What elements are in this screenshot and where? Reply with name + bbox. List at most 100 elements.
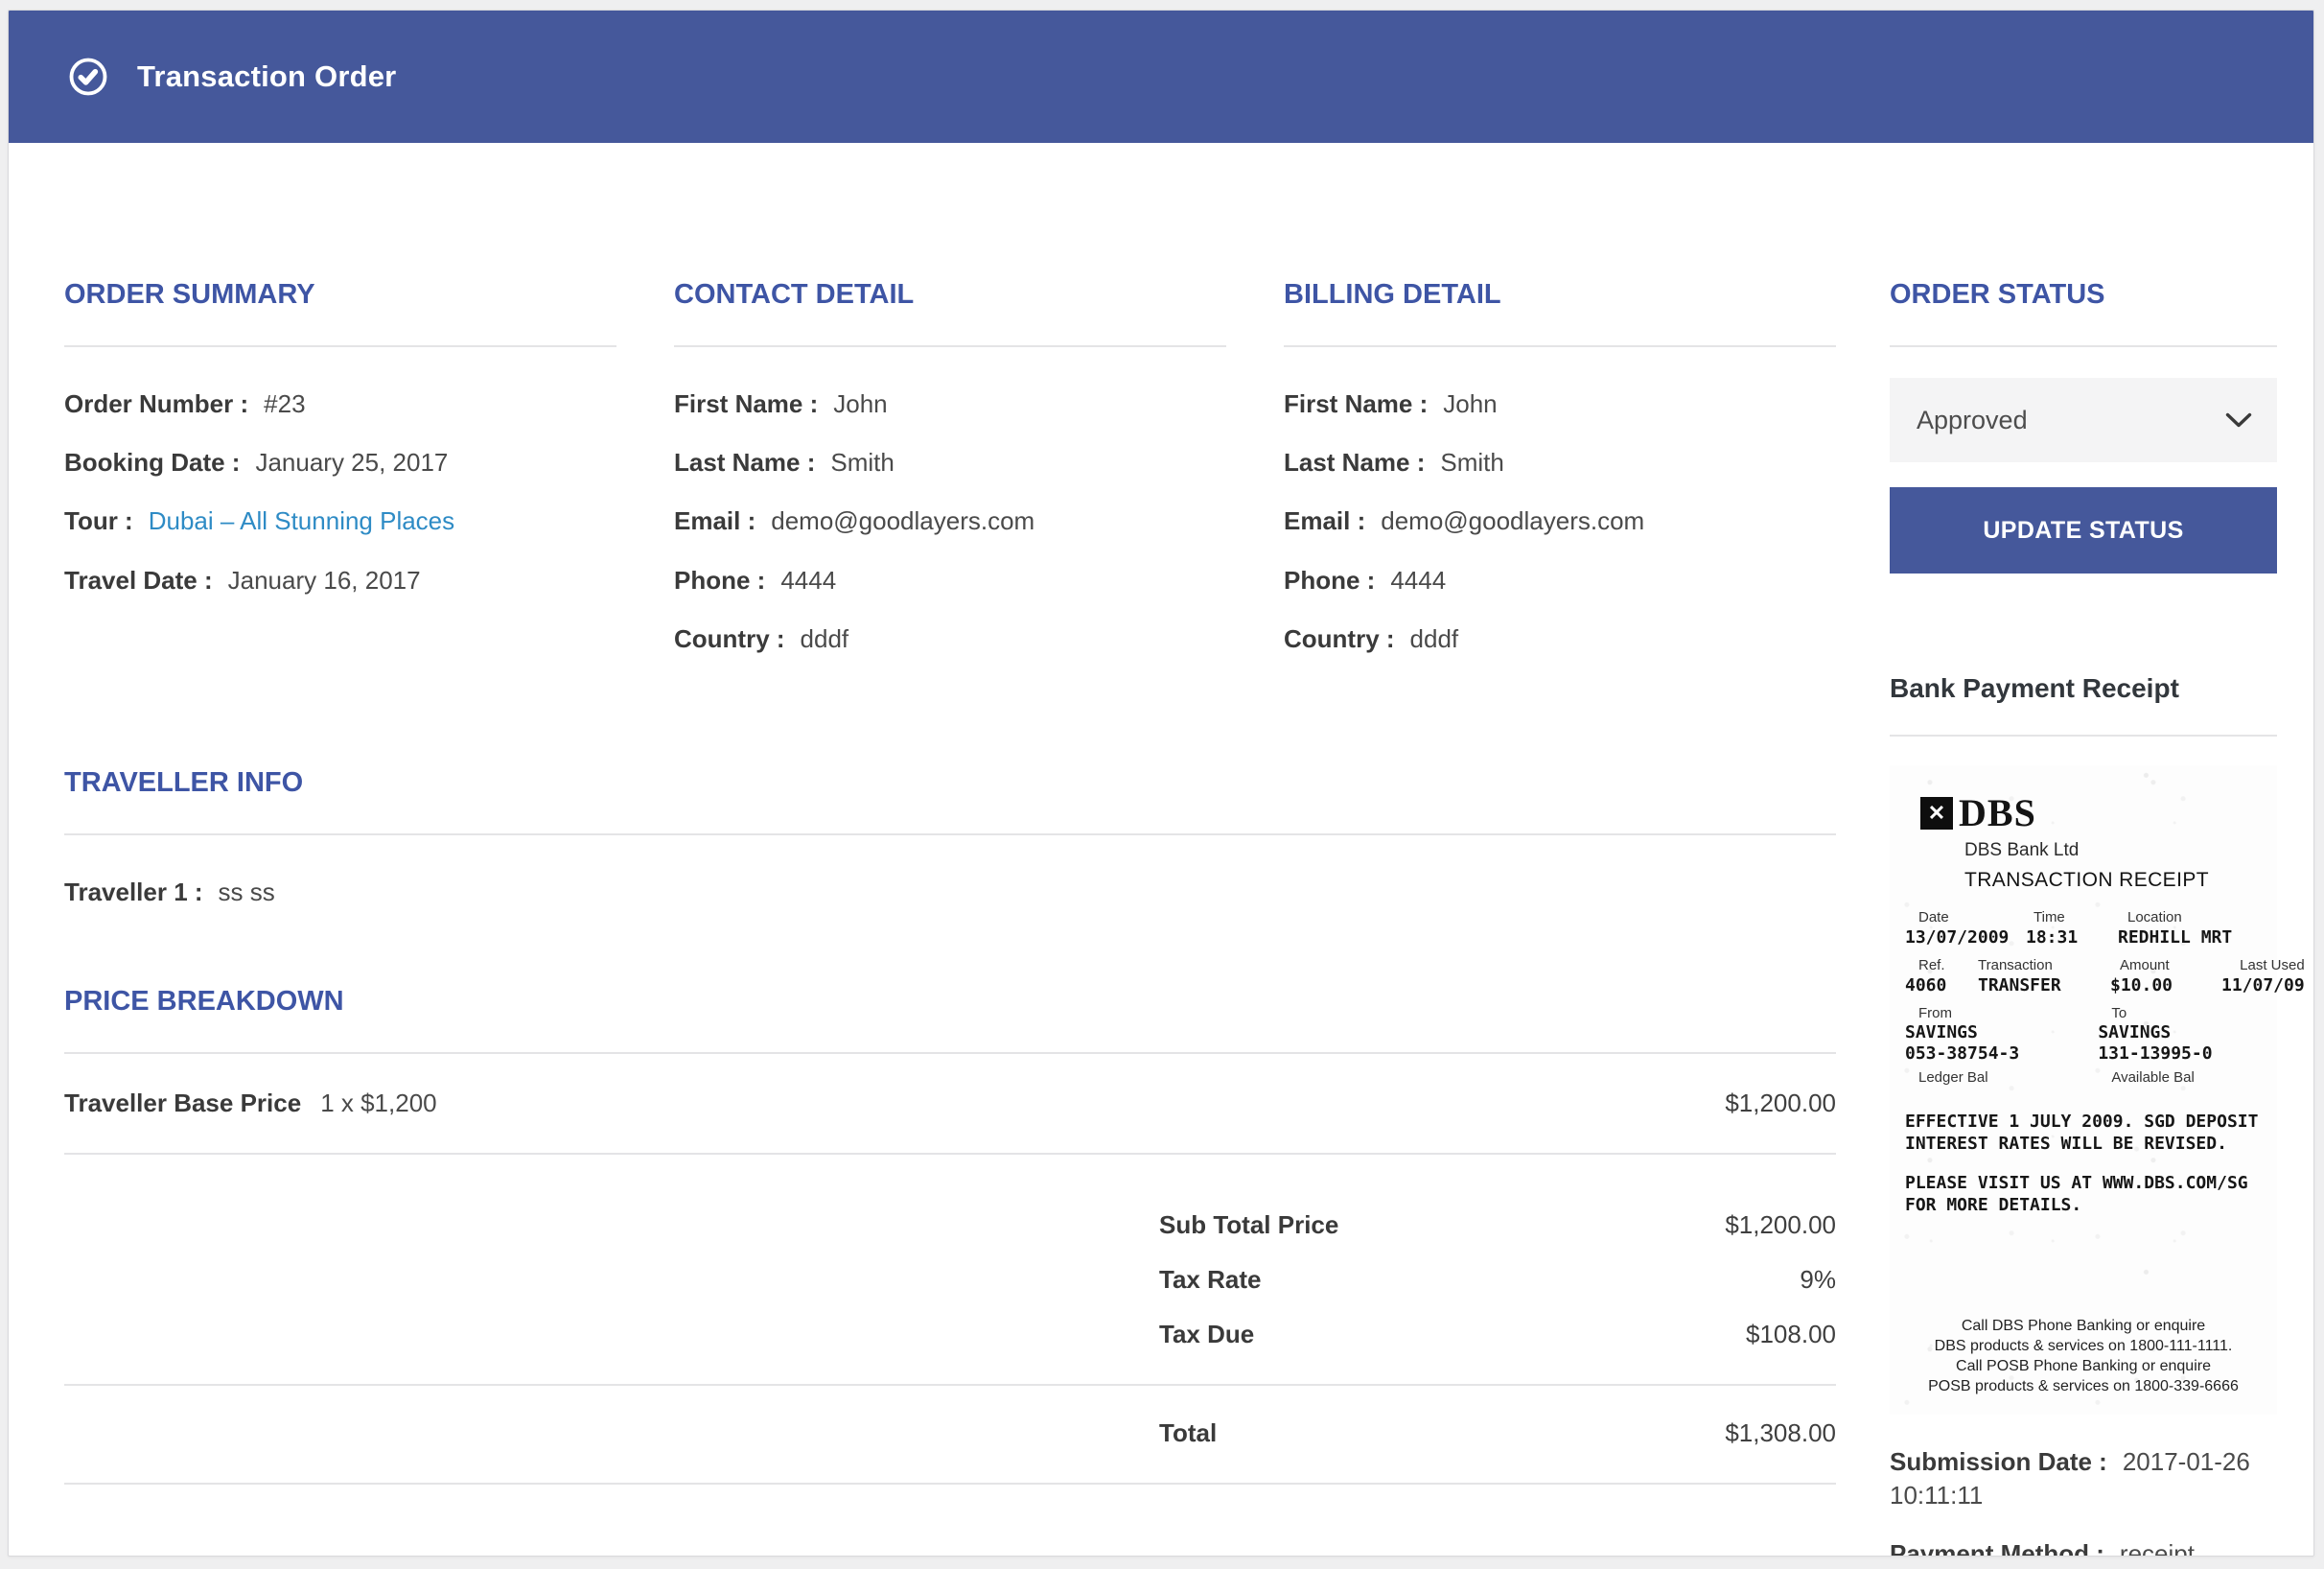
order-number-label: Order Number :: [64, 389, 248, 418]
receipt-notice-1-line-2: INTEREST RATES WILL BE REVISED.: [1905, 1133, 2262, 1155]
dbs-logo-mark: ✕: [1920, 797, 1953, 830]
contact-country-row: Country : dddf: [674, 624, 1226, 654]
divider: [1890, 345, 2277, 347]
tax-rate-row: Tax Rate 9%: [64, 1265, 1836, 1295]
billing-detail-section: BILLING DETAIL First Name :John Last Nam…: [1284, 279, 1836, 683]
receipt-footer-line-1: Call DBS Phone Banking or enquire: [1905, 1316, 2262, 1336]
contact-detail-heading: CONTACT DETAIL: [674, 279, 1226, 311]
receipt-footer: Call DBS Phone Banking or enquire DBS pr…: [1905, 1316, 2262, 1396]
tour-link[interactable]: Dubai – All Stunning Places: [149, 506, 454, 535]
travel-date-row: Travel Date : January 16, 2017: [64, 566, 616, 596]
billing-country-value: dddf: [1410, 624, 1459, 653]
contact-phone-label: Phone :: [674, 566, 765, 595]
transaction-order-panel: Transaction Order ORDER SUMMARY Order Nu…: [8, 10, 2314, 1557]
contact-detail-section: CONTACT DETAIL First Name : John Last Nam…: [674, 279, 1226, 683]
receipt-title: TRANSACTION RECEIPT: [1964, 869, 2262, 892]
contact-first-name-value: John: [833, 389, 887, 418]
receipt-ledger-label: Ledger Bal: [1905, 1069, 2098, 1086]
billing-phone-value: 4444: [1390, 566, 1446, 595]
dbs-logo: ✕ DBS: [1920, 794, 2262, 832]
billing-email-value: demo@goodlayers.com: [1381, 506, 1644, 535]
receipt-amount-value: $10.00: [2110, 975, 2221, 995]
tour-label: Tour :: [64, 506, 133, 535]
chevron-down-icon: [2225, 412, 2252, 429]
base-price-amount: $1,200.00: [1725, 1089, 1836, 1118]
payment-method-row: Payment Method :receipt: [1890, 1537, 2277, 1557]
contact-country-label: Country :: [674, 624, 785, 653]
contact-country-value: dddf: [801, 624, 849, 653]
receipt-date-label: Date: [1905, 909, 2026, 925]
content: ORDER SUMMARY Order Number :#23 Booking …: [9, 143, 2313, 1557]
receipt-ref-label: Ref.: [1905, 957, 1978, 973]
receipt-notice-1-line-1: EFFECTIVE 1 JULY 2009. SGD DEPOSIT: [1905, 1111, 2262, 1133]
page-title: Transaction Order: [137, 59, 396, 94]
order-status-heading: ORDER STATUS: [1890, 279, 2277, 311]
receipt-notice-2-line-1: PLEASE VISIT US AT WWW.DBS.COM/SG: [1905, 1172, 2262, 1194]
update-status-button[interactable]: UPDATE STATUS: [1890, 487, 2277, 574]
contact-first-name-label: First Name :: [674, 389, 818, 418]
total-value: $1,308.00: [1725, 1418, 1836, 1448]
billing-last-name-label: Last Name :: [1284, 448, 1425, 477]
bank-receipt-image: ✕ DBS DBS Bank Ltd TRANSACTION RECEIPT D…: [1890, 765, 2277, 1415]
base-price-qty: 1 x $1,200: [320, 1089, 436, 1118]
total-label: Total: [1159, 1418, 1217, 1448]
contact-email-value: demo@goodlayers.com: [771, 506, 1034, 535]
billing-country-row: Country :dddf: [1284, 624, 1836, 654]
receipt-from-to-row: From To SAVINGS SAVINGS 053-38754-3 131-…: [1905, 1005, 2262, 1064]
receipt-from-acct: 053-38754-3: [1905, 1043, 2098, 1064]
subtotal-row: Sub Total Price $1,200.00: [64, 1210, 1836, 1240]
travel-date-value: January 16, 2017: [228, 566, 421, 595]
price-breakdown-section: PRICE BREAKDOWN Traveller Base Price 1 x…: [64, 986, 1836, 1485]
order-status-select[interactable]: Approved: [1890, 378, 2277, 462]
billing-email-row: Email :demo@goodlayers.com: [1284, 506, 1836, 536]
contact-phone-row: Phone :4444: [674, 566, 1226, 596]
tax-due-value: $108.00: [1746, 1320, 1836, 1349]
travel-date-label: Travel Date :: [64, 566, 213, 595]
submission-date-label: Submission Date :: [1890, 1447, 2107, 1476]
receipt-ref-value: 4060: [1905, 975, 1978, 995]
traveller-label: Traveller 1 :: [64, 878, 203, 906]
receipt-to-type: SAVINGS: [2098, 1022, 2262, 1042]
divider: [1284, 345, 1836, 347]
divider: [674, 345, 1226, 347]
total-row: Total $1,308.00: [64, 1386, 1836, 1485]
bank-name: DBS Bank Ltd: [1964, 840, 2262, 861]
contact-email-label: Email :: [674, 506, 755, 535]
subtotal-value: $1,200.00: [1725, 1210, 1836, 1240]
traveller-info-heading: TRAVELLER INFO: [64, 767, 1836, 799]
contact-last-name-label: Last Name :: [674, 448, 815, 477]
receipt-balance-row: Ledger Bal Available Bal: [1905, 1069, 2262, 1086]
billing-first-name-label: First Name :: [1284, 389, 1428, 418]
traveller-row: Traveller 1 :ss ss: [64, 878, 1836, 907]
dbs-logo-word: DBS: [1959, 794, 2036, 832]
divider: [64, 833, 1836, 835]
tour-row: Tour : Dubai – All Stunning Places: [64, 506, 616, 536]
divider: [1890, 735, 2277, 737]
topbar: Transaction Order: [9, 11, 2313, 143]
billing-last-name-value: Smith: [1440, 448, 1503, 477]
booking-date-label: Booking Date :: [64, 448, 240, 477]
order-summary-heading: ORDER SUMMARY: [64, 279, 616, 311]
base-price-label: Traveller Base Price: [64, 1089, 301, 1118]
totals-block: Sub Total Price $1,200.00 Tax Rate 9% Ta…: [64, 1155, 1836, 1386]
price-breakdown-heading: PRICE BREAKDOWN: [64, 986, 1836, 1018]
receipt-time-label: Time: [2026, 909, 2118, 925]
contact-last-name-row: Last Name : Smith: [674, 448, 1226, 478]
contact-email-row: Email : demo@goodlayers.com: [674, 506, 1226, 536]
receipt-location-value: REDHILL MRT: [2118, 927, 2262, 948]
receipt-footer-line-4: POSB products & services on 1800-339-666…: [1905, 1376, 2262, 1396]
billing-phone-row: Phone :4444: [1284, 566, 1836, 596]
detail-sections: ORDER SUMMARY Order Number :#23 Booking …: [64, 279, 1836, 683]
traveller-info-section: TRAVELLER INFO Traveller 1 :ss ss: [64, 767, 1836, 907]
contact-last-name-value: Smith: [830, 448, 894, 477]
booking-date-row: Booking Date : January 25, 2017: [64, 448, 616, 478]
page: Transaction Order ORDER SUMMARY Order Nu…: [0, 0, 2324, 1569]
payment-method-value: receipt: [2120, 1539, 2195, 1557]
receipt-to-acct: 131-13995-0: [2098, 1043, 2262, 1064]
submission-date-row: Submission Date :2017-01-26 10:11:11: [1890, 1445, 2277, 1512]
receipt-transaction-label: Transaction: [1978, 957, 2110, 973]
contact-first-name-row: First Name : John: [674, 389, 1226, 419]
receipt-amount-label: Amount: [2110, 957, 2221, 973]
receipt-to-label: To: [2098, 1005, 2262, 1021]
booking-date-value: January 25, 2017: [255, 448, 448, 477]
